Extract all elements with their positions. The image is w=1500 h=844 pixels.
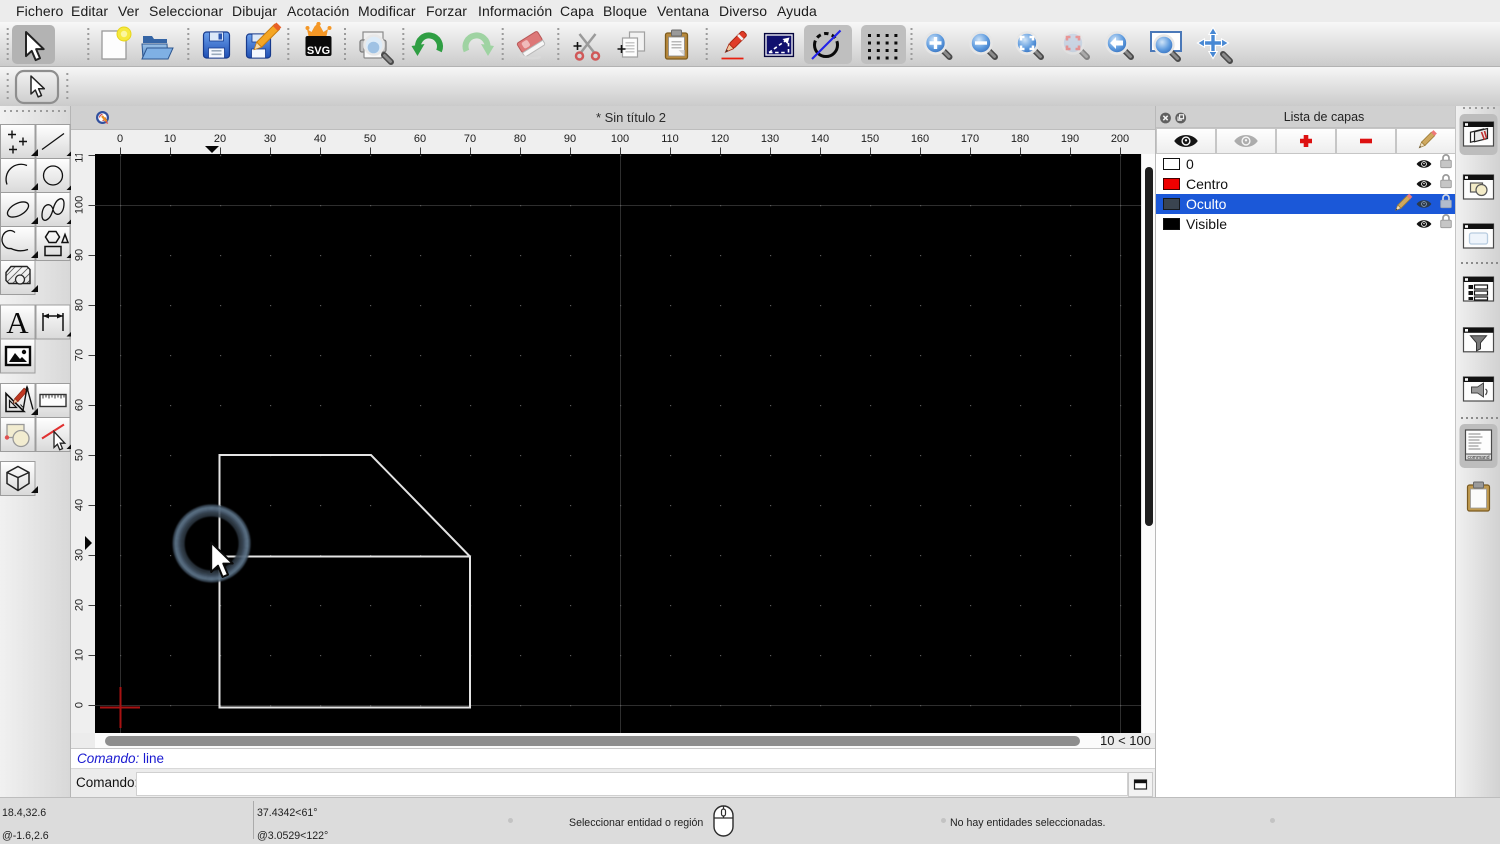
svg-text:50: 50 <box>364 133 376 145</box>
svg-text:100: 100 <box>74 196 86 214</box>
svg-text:130: 130 <box>761 133 779 145</box>
svg-text:A: A <box>6 305 29 340</box>
svg-text:120: 120 <box>711 133 729 145</box>
svg-text:SVG: SVG <box>307 45 330 57</box>
svg-text:50: 50 <box>74 449 86 461</box>
svg-text:10: 10 <box>164 133 176 145</box>
svg-text:140: 140 <box>811 133 829 145</box>
svg-text:10: 10 <box>74 649 86 661</box>
svg-text:180: 180 <box>1011 133 1029 145</box>
svg-text:30: 30 <box>264 133 276 145</box>
svg-text:150: 150 <box>861 133 879 145</box>
svg-text:90: 90 <box>564 133 576 145</box>
svg-text:30: 30 <box>74 549 86 561</box>
svg-text:20: 20 <box>74 599 86 611</box>
svg-text:170: 170 <box>961 133 979 145</box>
svg-text:70: 70 <box>464 133 476 145</box>
svg-text:60: 60 <box>414 133 426 145</box>
svg-text:40: 40 <box>314 133 326 145</box>
svg-text:40: 40 <box>74 499 86 511</box>
svg-text:0: 0 <box>74 702 86 708</box>
svg-text:80: 80 <box>514 133 526 145</box>
svg-text:0: 0 <box>117 133 123 145</box>
svg-text:command: command <box>1468 455 1490 461</box>
svg-text:200: 200 <box>1111 133 1129 145</box>
svg-text:110: 110 <box>661 133 679 145</box>
svg-text:70: 70 <box>74 349 86 361</box>
svg-text:60: 60 <box>74 399 86 411</box>
svg-text:11: 11 <box>74 154 86 163</box>
svg-text:160: 160 <box>911 133 929 145</box>
svg-text:100: 100 <box>611 133 629 145</box>
svg-text:190: 190 <box>1061 133 1079 145</box>
svg-text:20: 20 <box>214 133 226 145</box>
svg-text:90: 90 <box>74 249 86 261</box>
svg-text:80: 80 <box>74 299 86 311</box>
